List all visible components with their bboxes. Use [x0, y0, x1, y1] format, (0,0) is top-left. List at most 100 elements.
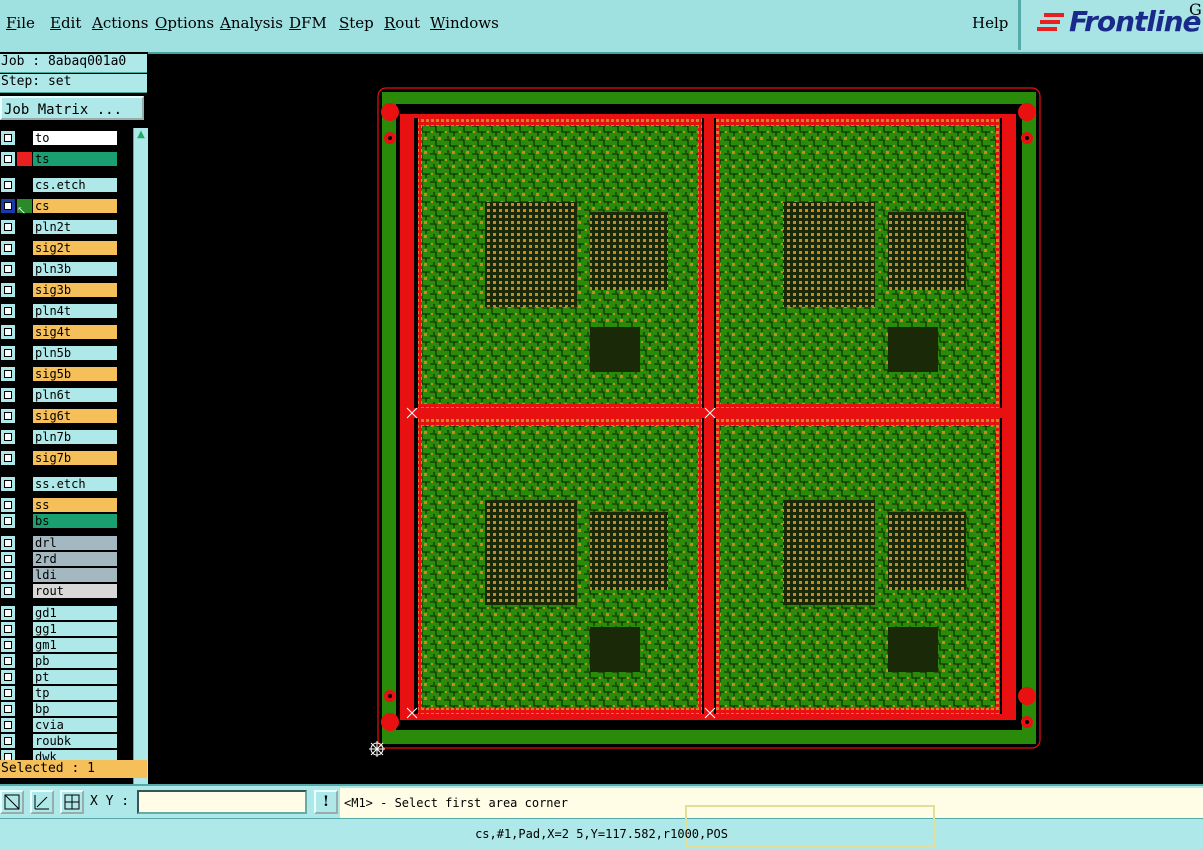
- layer-checkbox[interactable]: [1, 220, 15, 234]
- layer-row-sig7b[interactable]: sig7b: [0, 450, 118, 466]
- layer-row-gm1[interactable]: gm1: [0, 637, 118, 653]
- layer-row-sig3b[interactable]: sig3b: [0, 282, 118, 298]
- layer-checkbox[interactable]: [1, 552, 15, 566]
- graphic-canvas[interactable]: [150, 52, 1203, 784]
- layer-checkbox[interactable]: [1, 131, 15, 145]
- layer-color-swatch[interactable]: [17, 654, 32, 668]
- layer-checkbox[interactable]: [1, 262, 15, 276]
- layer-checkbox[interactable]: [1, 304, 15, 318]
- layer-color-swatch[interactable]: [17, 220, 32, 234]
- layer-checkbox[interactable]: [1, 718, 15, 732]
- layer-row-sig4t[interactable]: sig4t: [0, 324, 118, 340]
- job-matrix-button[interactable]: Job Matrix ...: [0, 96, 144, 120]
- layer-color-swatch[interactable]: [17, 622, 32, 636]
- menu-options[interactable]: Options: [155, 14, 214, 32]
- layer-row-cvia[interactable]: cvia: [0, 717, 118, 733]
- layer-color-swatch[interactable]: [17, 131, 32, 145]
- layer-color-swatch[interactable]: ↖: [17, 199, 32, 217]
- layer-color-swatch[interactable]: [17, 702, 32, 716]
- alert-button[interactable]: !: [314, 790, 338, 814]
- layer-row-pln7b[interactable]: pln7b: [0, 429, 118, 445]
- layer-row-tp[interactable]: tp: [0, 685, 118, 701]
- menu-windows[interactable]: Windows: [430, 14, 499, 32]
- layer-color-swatch[interactable]: [17, 606, 32, 620]
- layer-row-ldi[interactable]: ldi: [0, 567, 118, 583]
- layer-color-swatch[interactable]: [17, 262, 32, 276]
- layer-row-rout[interactable]: rout: [0, 583, 118, 599]
- layer-checkbox[interactable]: [1, 584, 15, 598]
- layer-color-swatch[interactable]: [17, 718, 32, 732]
- layer-row-pt[interactable]: pt: [0, 669, 118, 685]
- layer-checkbox[interactable]: [1, 367, 15, 381]
- layer-checkbox[interactable]: [1, 283, 15, 297]
- layer-checkbox[interactable]: [1, 346, 15, 360]
- layer-checkbox[interactable]: [1, 477, 15, 491]
- layer-checkbox[interactable]: [1, 451, 15, 465]
- layer-color-swatch[interactable]: [17, 477, 32, 491]
- grid-button[interactable]: [60, 790, 84, 814]
- layer-checkbox[interactable]: [1, 568, 15, 582]
- layer-row-sig2t[interactable]: sig2t: [0, 240, 118, 256]
- menu-analysis[interactable]: Analysis: [220, 14, 283, 32]
- layer-color-swatch[interactable]: [17, 670, 32, 684]
- layer-checkbox[interactable]: [1, 622, 15, 636]
- layer-color-swatch[interactable]: [17, 552, 32, 566]
- layer-color-swatch[interactable]: [17, 514, 32, 528]
- layer-checkbox[interactable]: [1, 638, 15, 652]
- layer-checkbox[interactable]: [1, 514, 15, 528]
- layer-checkbox[interactable]: [1, 430, 15, 444]
- layer-color-swatch[interactable]: [17, 451, 32, 465]
- layer-color-swatch[interactable]: [17, 388, 32, 402]
- layer-checkbox[interactable]: [1, 409, 15, 423]
- layer-row-ts[interactable]: ts: [0, 151, 118, 167]
- menu-actions[interactable]: Actions: [92, 14, 148, 32]
- layer-row-pln3b[interactable]: pln3b: [0, 261, 118, 277]
- layer-checkbox[interactable]: [1, 152, 15, 166]
- layer-checkbox[interactable]: [1, 325, 15, 339]
- layer-row-to[interactable]: to: [0, 130, 118, 146]
- layer-checkbox[interactable]: [1, 606, 15, 620]
- layer-checkbox[interactable]: [1, 178, 15, 192]
- layer-row-cs[interactable]: ↖ cs: [0, 198, 118, 217]
- measure-button[interactable]: [30, 790, 54, 814]
- menu-step[interactable]: Step: [339, 14, 374, 32]
- layer-checkbox[interactable]: [1, 670, 15, 684]
- layer-row-cs-etch[interactable]: cs.etch: [0, 177, 118, 193]
- layer-color-swatch[interactable]: [17, 283, 32, 297]
- layer-color-swatch[interactable]: [17, 536, 32, 550]
- layer-checkbox[interactable]: [1, 199, 15, 213]
- layer-row-pln4t[interactable]: pln4t: [0, 303, 118, 319]
- menu-rout[interactable]: Rout: [384, 14, 420, 32]
- layer-row-bp[interactable]: bp: [0, 701, 118, 717]
- layer-list-scrollbar[interactable]: ▲ ▼: [133, 128, 148, 808]
- layer-row-pln2t[interactable]: pln2t: [0, 219, 118, 235]
- layer-checkbox[interactable]: [1, 241, 15, 255]
- layer-row-2rd[interactable]: 2rd: [0, 551, 118, 567]
- layer-color-swatch[interactable]: [17, 304, 32, 318]
- layer-row-pln5b[interactable]: pln5b: [0, 345, 118, 361]
- menu-file[interactable]: File: [6, 14, 35, 32]
- layer-checkbox[interactable]: [1, 734, 15, 748]
- layer-color-swatch[interactable]: [17, 498, 32, 512]
- layer-color-swatch[interactable]: [17, 638, 32, 652]
- layer-checkbox[interactable]: [1, 388, 15, 402]
- zoom-area-button[interactable]: [0, 790, 24, 814]
- layer-checkbox[interactable]: [1, 654, 15, 668]
- layer-checkbox[interactable]: [1, 702, 15, 716]
- scroll-up-icon[interactable]: ▲: [135, 129, 147, 141]
- layer-color-swatch[interactable]: [17, 325, 32, 339]
- layer-row-sig6t[interactable]: sig6t: [0, 408, 118, 424]
- layer-checkbox[interactable]: [1, 536, 15, 550]
- layer-row-gd1[interactable]: gd1: [0, 605, 118, 621]
- layer-checkbox[interactable]: [1, 686, 15, 700]
- layer-row-ss-etch[interactable]: ss.etch: [0, 476, 118, 492]
- layer-color-swatch[interactable]: [17, 686, 32, 700]
- layer-color-swatch[interactable]: [17, 241, 32, 255]
- menu-help[interactable]: Help: [972, 14, 1008, 32]
- layer-row-drl[interactable]: drl: [0, 535, 118, 551]
- layer-row-ss[interactable]: ss: [0, 497, 118, 513]
- xy-input[interactable]: [137, 790, 307, 814]
- layer-row-pln6t[interactable]: pln6t: [0, 387, 118, 403]
- layer-checkbox[interactable]: [1, 498, 15, 512]
- layer-row-sig5b[interactable]: sig5b: [0, 366, 118, 382]
